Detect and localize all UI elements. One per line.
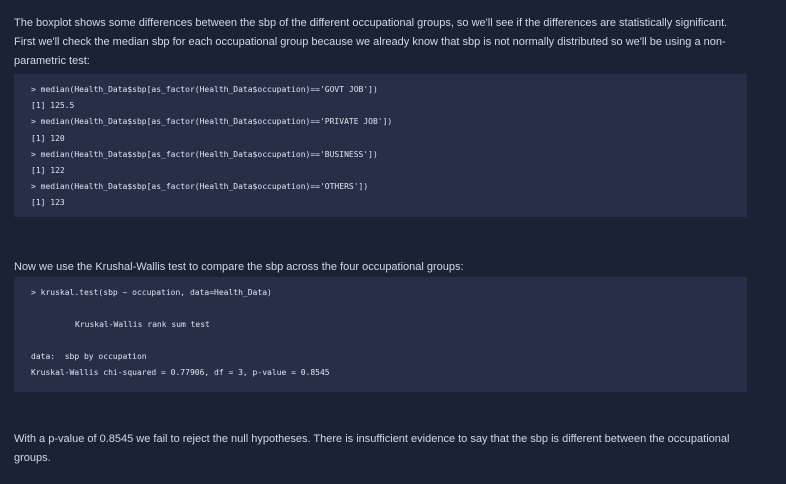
code-output-line: [1] 125.5 bbox=[31, 101, 75, 111]
code-line: > kruskal.test(sbp ~ occupation, data=He… bbox=[31, 288, 272, 297]
conclusion-paragraph: With a p-value of 0.8545 we fail to reje… bbox=[14, 433, 730, 464]
code-line: > median(Health_Data$sbp[as_factor(Healt… bbox=[31, 117, 393, 127]
code-line: > median(Health_Data$sbp[as_factor(Healt… bbox=[31, 85, 378, 94]
kruskal-code-block: > kruskal.test(sbp ~ occupation, data=He… bbox=[14, 277, 747, 392]
code-output-line: [1] 122 bbox=[31, 165, 65, 175]
test-title-line: Kruskal-Wallis rank sum test bbox=[75, 320, 210, 329]
kruskal-intro-paragraph: Now we use the Krushal-Wallis test to co… bbox=[14, 261, 464, 273]
data-line: data: sbp by occupation bbox=[31, 352, 147, 361]
median-code-block: > median(Health_Data$sbp[as_factor(Healt… bbox=[14, 74, 747, 217]
code-output-line: [1] 120 bbox=[31, 133, 65, 143]
code-output-line: [1] 123 bbox=[31, 198, 65, 208]
code-line: > median(Health_Data$sbp[as_factor(Healt… bbox=[31, 149, 378, 159]
intro-paragraph: The boxplot shows some differences betwe… bbox=[14, 17, 728, 67]
result-line: Kruskal-Wallis chi-squared = 0.77906, df… bbox=[31, 368, 330, 377]
code-line: > median(Health_Data$sbp[as_factor(Healt… bbox=[31, 182, 369, 192]
